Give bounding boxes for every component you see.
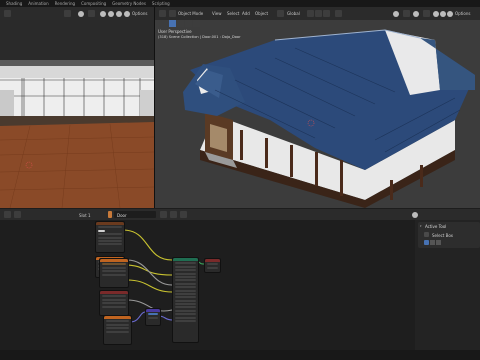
- dojo-model-render: [155, 20, 480, 208]
- viewport-collection-label: (318) Scene Collection | Door.001 : Dojo…: [158, 35, 241, 39]
- shading-solid-icon[interactable]: [433, 10, 439, 17]
- active-tool-panel: ▾ Active Tool Select Box: [418, 222, 480, 248]
- menu-object[interactable]: Object: [255, 11, 268, 16]
- menu-add[interactable]: Add: [242, 11, 250, 16]
- snap-icon[interactable]: [315, 10, 322, 17]
- 3d-viewport[interactable]: User Perspective (318) Scene Collection …: [155, 20, 480, 208]
- active-tool-header: Active Tool: [425, 224, 447, 229]
- xray-icon[interactable]: [88, 10, 95, 17]
- shading-material-icon[interactable]: [440, 10, 446, 17]
- fake-user-icon[interactable]: [160, 211, 167, 218]
- tab-shading[interactable]: Shading: [6, 1, 22, 6]
- workspace-tabs: Shading Animation Rendering Compositing …: [0, 0, 480, 7]
- tab-rendering[interactable]: Rendering: [55, 1, 75, 6]
- shading-rendered-icon[interactable]: [116, 10, 122, 17]
- shading-wire-icon[interactable]: [124, 10, 130, 17]
- orientation-dropdown[interactable]: Global: [287, 11, 300, 16]
- active-tool-name: Select Box: [432, 233, 454, 238]
- transform-icon[interactable]: [277, 10, 284, 17]
- tab-animation[interactable]: Animation: [28, 1, 48, 6]
- menu-view[interactable]: View: [212, 11, 222, 16]
- falloff-icon[interactable]: [335, 10, 342, 17]
- tab-scripting[interactable]: Scripting: [152, 1, 170, 6]
- image-texture-node[interactable]: [95, 221, 125, 253]
- interior-viewport[interactable]: [0, 20, 154, 208]
- mode-icon[interactable]: [169, 10, 176, 17]
- editor-type-icon[interactable]: [159, 10, 166, 17]
- options-dropdown[interactable]: Options: [132, 11, 147, 16]
- right-viewport-header: Object Mode View Select Add Object Globa…: [155, 7, 480, 20]
- material-slot-dropdown[interactable]: Slot 1: [79, 213, 90, 218]
- material-output-node[interactable]: [204, 258, 221, 273]
- select-mode-extend-icon[interactable]: [430, 240, 435, 245]
- options-dropdown[interactable]: Options: [455, 11, 470, 16]
- interior-render: [0, 20, 154, 208]
- pivot-icon[interactable]: [307, 10, 314, 17]
- object-mode-dropdown[interactable]: Object Mode: [178, 11, 203, 16]
- image-texture-node[interactable]: [99, 258, 129, 288]
- normal-map-node[interactable]: [145, 308, 161, 326]
- viewport-perspective-label: User Perspective: [158, 29, 192, 34]
- chevron-down-icon[interactable]: ▾: [420, 224, 422, 228]
- select-mode-subtract-icon[interactable]: [436, 240, 441, 245]
- shader-node-canvas[interactable]: [0, 220, 415, 350]
- status-bar: [0, 350, 480, 360]
- gizmo-icon[interactable]: [403, 10, 410, 17]
- shading-rendered-icon[interactable]: [447, 10, 453, 17]
- overlay-icon[interactable]: [78, 10, 84, 17]
- tab-geometry-nodes[interactable]: Geometry Nodes: [112, 1, 146, 6]
- editor-type-icon[interactable]: [4, 211, 11, 218]
- image-texture-node[interactable]: [103, 315, 132, 345]
- node-links: [122, 229, 205, 323]
- editor-type-icon[interactable]: [4, 10, 11, 17]
- left-viewport-header: Options: [0, 7, 154, 20]
- image-texture-node[interactable]: [99, 290, 129, 316]
- material-sphere-icon: [108, 211, 112, 218]
- overlay-icon[interactable]: [413, 10, 419, 17]
- select-box-tool-icon[interactable]: [424, 232, 429, 237]
- visibility-icon[interactable]: [393, 10, 399, 17]
- duplicate-material-icon[interactable]: [170, 211, 177, 218]
- node-editor-header: Slot 1 Door: [0, 209, 480, 220]
- tab-compositing[interactable]: Compositing: [81, 1, 106, 6]
- sidebar-panel: ▾ Active Tool Select Box: [415, 220, 480, 350]
- unlink-material-icon[interactable]: [180, 211, 187, 218]
- select-mode-new-icon[interactable]: [424, 240, 429, 245]
- proportional-icon[interactable]: [323, 10, 330, 17]
- shading-solid-icon[interactable]: [100, 10, 106, 17]
- principled-bsdf-node[interactable]: [172, 257, 199, 343]
- shading-material-icon[interactable]: [108, 10, 114, 17]
- material-name-field[interactable]: Door: [114, 211, 156, 218]
- pin-icon[interactable]: [412, 211, 418, 218]
- xray-icon[interactable]: [423, 10, 430, 17]
- menu-select[interactable]: Select: [227, 11, 239, 16]
- shader-type-icon[interactable]: [14, 211, 21, 218]
- transform-gizmo-icon[interactable]: [64, 10, 71, 17]
